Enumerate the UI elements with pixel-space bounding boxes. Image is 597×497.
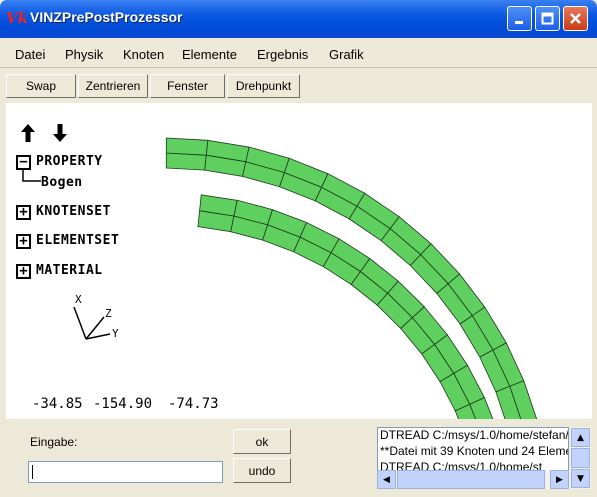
maximize-button[interactable] — [535, 6, 560, 31]
eingabe-label: Eingabe: — [30, 435, 78, 449]
menu-bar: Datei Physik Knoten Elemente Ergebnis Gr… — [0, 38, 597, 68]
log-line: DTREAD C:/msys/1.0/home/stefan/ — [380, 428, 569, 442]
log-horizontal-scrollbar[interactable]: ◀ ▶ — [377, 470, 570, 489]
ok-button[interactable]: ok — [233, 429, 291, 454]
scroll-left-icon[interactable]: ◀ — [377, 470, 396, 489]
close-icon — [570, 13, 581, 24]
menu-grafik[interactable]: Grafik — [329, 47, 364, 62]
zentrieren-button[interactable]: Zentrieren — [78, 74, 148, 98]
log-vertical-scrollbar[interactable]: ▲ ▼ — [570, 427, 591, 489]
mesh-element[interactable] — [165, 137, 209, 156]
menu-ergebnis[interactable]: Ergebnis — [257, 47, 308, 62]
window-title: VINZPrePostProzessor — [30, 9, 183, 25]
menu-physik[interactable]: Physik — [65, 47, 103, 62]
scroll-down-icon[interactable]: ▼ — [571, 469, 590, 488]
coord-z: -74.73 — [168, 396, 219, 412]
coord-x: -34.85 — [32, 396, 83, 412]
toolbar: Swap Zentrieren Fenster Drehpunkt — [0, 70, 597, 102]
command-input[interactable] — [28, 461, 223, 483]
menu-knoten[interactable]: Knoten — [123, 47, 164, 62]
app-logo-icon: Vk — [6, 9, 29, 27]
input-panel: Eingabe: ok undo DTREAD C:/msys/1.0/home… — [0, 420, 597, 497]
mesh-element[interactable] — [165, 152, 207, 171]
scroll-up-icon[interactable]: ▲ — [571, 428, 590, 447]
graphics-viewport[interactable]: − PROPERTY Bogen + KNOTENSET + ELEMENTSE… — [6, 103, 592, 419]
minimize-icon — [515, 21, 523, 24]
fe-mesh[interactable] — [6, 103, 592, 419]
menu-elemente[interactable]: Elemente — [182, 47, 237, 62]
close-button[interactable] — [563, 6, 588, 31]
menu-datei[interactable]: Datei — [15, 47, 45, 62]
hscroll-thumb[interactable] — [397, 470, 545, 489]
fenster-button[interactable]: Fenster — [150, 74, 225, 98]
swap-button[interactable]: Swap — [6, 74, 76, 98]
drehpunkt-button[interactable]: Drehpunkt — [227, 74, 300, 98]
minimize-button[interactable] — [507, 6, 532, 31]
title-bar[interactable]: Vk VINZPrePostProzessor — [0, 0, 597, 38]
coord-y: -154.90 — [93, 396, 153, 412]
scroll-thumb[interactable] — [571, 448, 590, 468]
undo-button[interactable]: undo — [233, 458, 291, 483]
text-cursor — [32, 465, 33, 479]
maximize-icon — [541, 12, 554, 25]
scroll-right-icon[interactable]: ▶ — [550, 470, 569, 489]
log-line: **Datei mit 39 Knoten und 24 Elementen — [380, 444, 568, 458]
